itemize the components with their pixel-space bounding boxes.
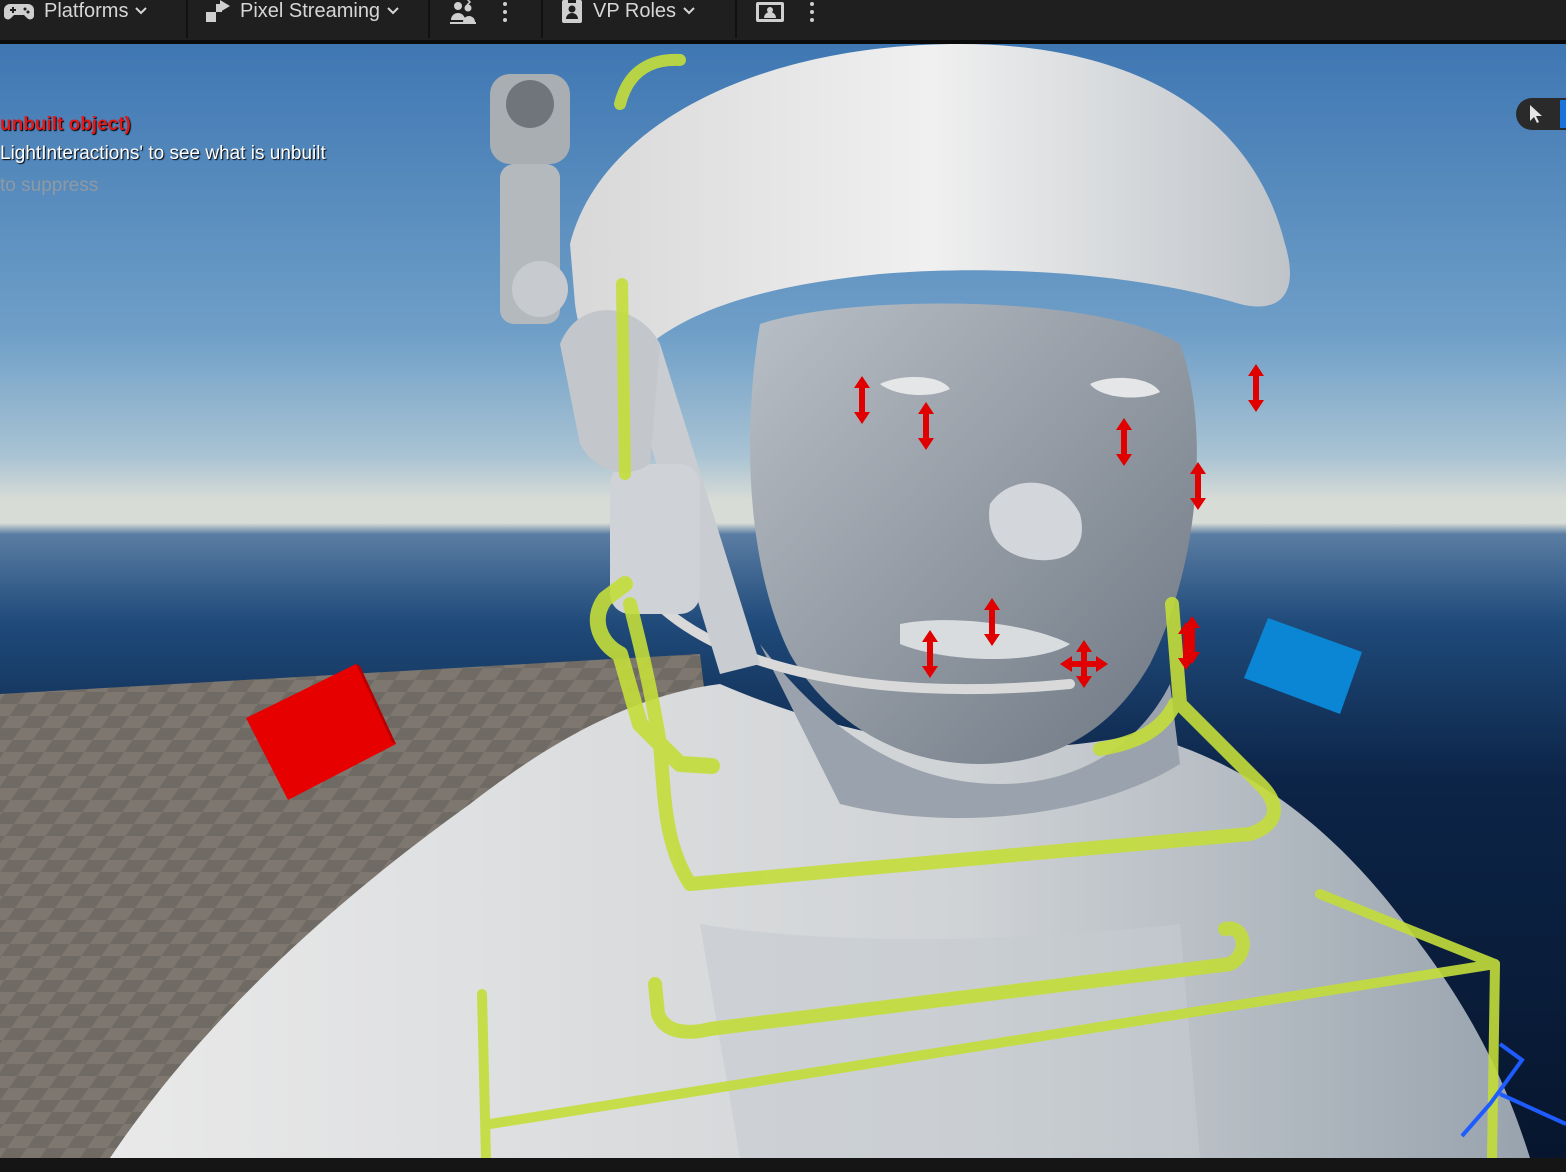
chevron-down-icon — [135, 7, 148, 15]
platforms-label: Platforms — [44, 0, 129, 22]
chevron-down-icon — [683, 7, 695, 15]
platforms-menu[interactable]: Platforms — [0, 0, 186, 40]
unbuilt-object-error: unbuilt object) — [0, 114, 131, 135]
chevron-down-icon — [387, 7, 399, 15]
unbuilt-light-info: LightInteractions' to see what is unbuil… — [0, 143, 326, 164]
vp-roles-label: VP Roles — [593, 0, 677, 22]
pixel-streaming-label: Pixel Streaming — [240, 0, 381, 22]
users-icon[interactable] — [448, 0, 478, 24]
camera-monitor-icon[interactable] — [755, 0, 787, 23]
select-mode-button[interactable] — [1516, 98, 1566, 130]
select-mode-active-indicator — [1560, 100, 1566, 128]
cursor-arrow-icon — [1530, 105, 1542, 123]
viewport-toolbar: Platforms Pixel Streaming VP Roles — [0, 0, 1566, 44]
vp-roles-icon — [562, 0, 582, 23]
vp-roles-menu[interactable]: VP Roles — [543, 0, 735, 40]
nvg-mount — [490, 74, 570, 324]
viewport-bottom-border — [0, 1158, 1566, 1172]
character-face — [750, 303, 1197, 764]
more-options-icon[interactable] — [809, 2, 815, 22]
gamepad-icon — [4, 4, 34, 20]
pixel-streaming-menu[interactable]: Pixel Streaming — [188, 0, 428, 40]
blue-control-cube[interactable] — [1244, 618, 1362, 714]
viewport-scene — [0, 44, 1566, 1158]
more-options-icon[interactable] — [502, 2, 508, 22]
suppress-hint: to suppress — [0, 175, 99, 196]
level-viewport[interactable] — [0, 44, 1566, 1158]
pixel-streaming-icon — [206, 0, 230, 22]
